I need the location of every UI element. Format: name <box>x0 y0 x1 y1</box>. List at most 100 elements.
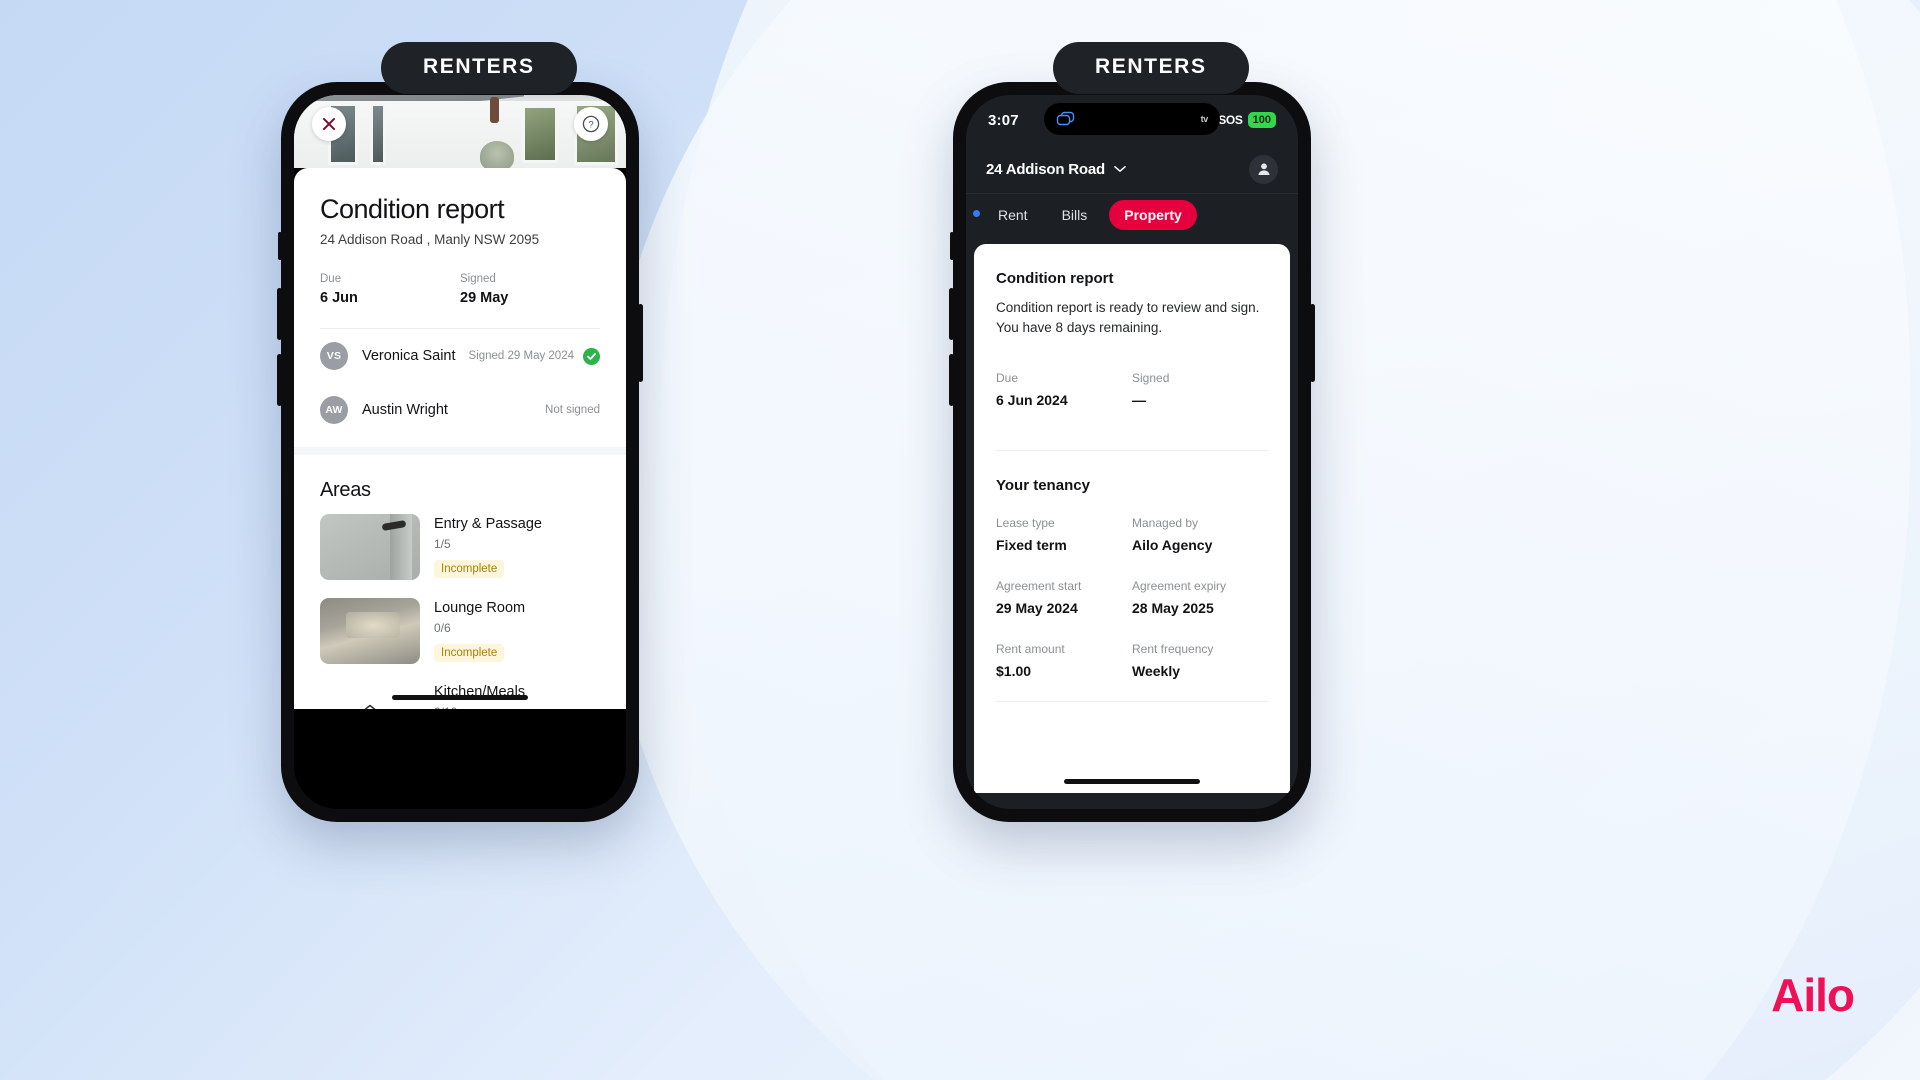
home-indicator[interactable] <box>392 695 528 700</box>
tenancy-rent-frequency: Rent frequency Weekly <box>1132 642 1268 679</box>
chevron-down-icon[interactable] <box>1114 160 1126 178</box>
close-icon <box>323 118 335 130</box>
area-list-item[interactable]: Entry & Passage 1/5 Incomplete <box>320 502 600 586</box>
tenancy-row: Lease type Fixed term Managed by Ailo Ag… <box>996 516 1268 553</box>
tab-bar: Rent Bills Property <box>966 193 1298 244</box>
hero-window <box>522 105 558 163</box>
area-list-item[interactable]: Kitchen/Meals 0/10 Incomplete <box>320 670 600 709</box>
tenancy-lease-type: Lease type Fixed term <box>996 516 1132 553</box>
home-indicator[interactable] <box>1064 779 1200 784</box>
phone-right: 3:07 tv SOS 100 24 Addison Road Rent Bil… <box>949 82 1315 822</box>
property-screen: 24 Addison Road Rent Bills Property Cond… <box>966 145 1298 809</box>
area-meta: Entry & Passage 1/5 Incomplete <box>434 516 542 578</box>
meta-due: Due 6 Jun <box>320 273 460 306</box>
avatar: VS <box>320 342 348 370</box>
field-label: Agreement start <box>996 579 1082 594</box>
hero-shrub <box>480 141 514 168</box>
condition-report-title: Condition report <box>996 270 1114 287</box>
status-time: 3:07 <box>988 111 1019 129</box>
field-label: Lease type <box>996 516 1055 531</box>
field-value: Weekly <box>1132 663 1180 680</box>
renters-badge-left: RENTERS <box>381 42 577 94</box>
meta-signed: Signed 29 May <box>460 273 600 306</box>
meta-label: Signed <box>1132 371 1170 386</box>
signatory-row[interactable]: VS Veronica Saint Signed 29 May 2024 <box>320 329 600 383</box>
phone-left-screen: 3:07 tv SOS 100 <box>294 95 626 809</box>
tab-rent[interactable]: Rent <box>986 200 1040 230</box>
tenancy-managed-by: Managed by Ailo Agency <box>1132 516 1268 553</box>
help-icon: ? <box>582 115 600 133</box>
dynamic-island: tv <box>1044 103 1220 135</box>
meta-label: Due <box>320 273 342 285</box>
signatory-row[interactable]: AW Austin Wright Not signed <box>320 383 600 437</box>
tenancy-row: Agreement start 29 May 2024 Agreement ex… <box>996 579 1268 616</box>
area-count: 0/10 <box>434 705 525 709</box>
unread-dot-icon <box>973 210 980 217</box>
status-bar: 3:07 tv SOS 100 <box>966 95 1298 145</box>
person-icon <box>1257 163 1270 175</box>
condition-report-description: Condition report is ready to review and … <box>996 300 1260 335</box>
phone-right-screen: 3:07 tv SOS 100 24 Addison Road Rent Bil… <box>966 95 1298 809</box>
area-count: 0/6 <box>434 621 451 635</box>
tenancy-row: Rent amount $1.00 Rent frequency Weekly <box>996 642 1268 679</box>
phone-left: 3:07 tv SOS 100 <box>277 82 643 822</box>
avatar: AW <box>320 396 348 424</box>
section-separator <box>294 447 626 455</box>
help-button[interactable]: ? <box>574 107 608 141</box>
field-value: 29 May 2024 <box>996 600 1078 617</box>
meta-label: Due <box>996 371 1019 386</box>
apple-tv-icon: tv <box>1200 114 1209 124</box>
field-label: Agreement expiry <box>1132 579 1227 594</box>
app-header: 24 Addison Road <box>966 145 1298 193</box>
meta-signed: Signed — <box>1132 371 1268 408</box>
property-address: 24 Addison Road , Manly NSW 2095 <box>320 232 540 247</box>
volume-down-button[interactable] <box>277 354 282 406</box>
screen-mirroring-icon <box>1056 111 1076 127</box>
property-hero-image: 3:07 tv SOS 100 <box>294 95 626 168</box>
field-value: Fixed term <box>996 537 1067 554</box>
status-right-group: SOS 100 <box>1218 111 1276 129</box>
report-meta: Due 6 Jun 2024 Signed — <box>996 371 1268 408</box>
volume-up-button[interactable] <box>277 288 282 340</box>
area-name: Entry & Passage <box>434 516 542 532</box>
meta-value: — <box>1132 392 1146 409</box>
mute-switch[interactable] <box>278 232 282 260</box>
areas-heading: Areas <box>320 479 371 501</box>
meta-due: Due 6 Jun 2024 <box>996 371 1132 408</box>
signed-check-icon <box>583 347 600 365</box>
tab-property[interactable]: Property <box>1109 200 1197 230</box>
signatory-name: Austin Wright <box>362 402 448 418</box>
account-button[interactable] <box>1249 154 1278 184</box>
area-meta: Lounge Room 0/6 Incomplete <box>434 600 525 662</box>
close-button[interactable] <box>312 107 346 141</box>
field-value: 28 May 2025 <box>1132 600 1214 617</box>
report-meta: Due 6 Jun Signed 29 May <box>320 273 600 306</box>
field-value: $1.00 <box>996 663 1032 680</box>
property-content-card: Condition report Condition report is rea… <box>974 244 1290 793</box>
power-button[interactable] <box>1310 304 1315 382</box>
tenancy-rent-amount: Rent amount $1.00 <box>996 642 1132 679</box>
hero-lamp <box>490 97 499 123</box>
mute-switch[interactable] <box>950 232 954 260</box>
renters-badge-right: RENTERS <box>1053 42 1249 94</box>
area-name: Lounge Room <box>434 600 526 616</box>
area-thumbnail <box>320 598 420 664</box>
tab-bills[interactable]: Bills <box>1050 200 1100 230</box>
page-title: Condition report <box>320 194 505 224</box>
meta-label: Signed <box>460 273 496 285</box>
meta-value: 6 Jun <box>320 290 358 306</box>
volume-down-button[interactable] <box>949 354 954 406</box>
meta-value: 6 Jun 2024 <box>996 392 1068 409</box>
signatory-status: Not signed <box>545 404 600 416</box>
condition-report-sheet: Condition report 24 Addison Road , Manly… <box>294 168 626 709</box>
power-button[interactable] <box>638 304 643 382</box>
volume-up-button[interactable] <box>949 288 954 340</box>
meta-value: 29 May <box>460 290 509 306</box>
hero-window <box>370 103 386 165</box>
hero-gradient-overlay <box>294 95 626 97</box>
area-count: 1/5 <box>434 537 451 551</box>
property-selector-label[interactable]: 24 Addison Road <box>986 161 1105 178</box>
field-label: Rent amount <box>996 642 1065 657</box>
area-list-item[interactable]: Lounge Room 0/6 Incomplete <box>320 586 600 670</box>
field-value: Ailo Agency <box>1132 537 1213 554</box>
